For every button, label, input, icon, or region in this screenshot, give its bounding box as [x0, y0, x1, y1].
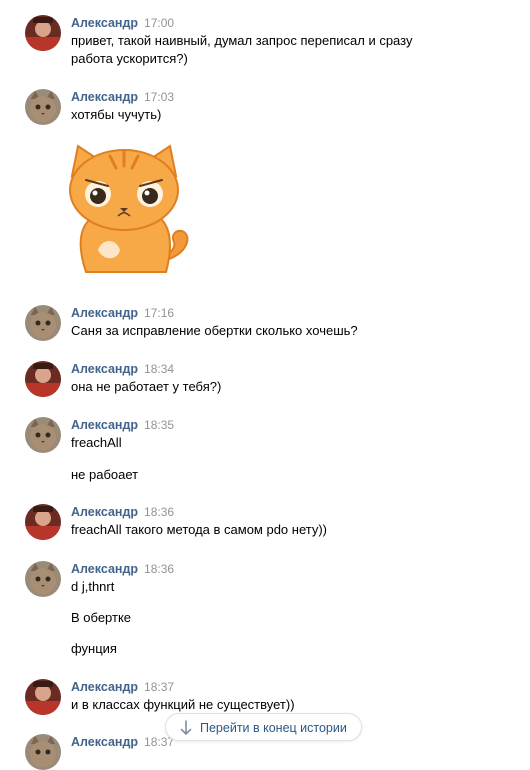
author-name[interactable]: Александр [71, 418, 138, 432]
scroll-to-end-button[interactable]: Перейти в конец истории [165, 713, 362, 741]
user-photo-avatar[interactable] [25, 15, 61, 51]
message-time[interactable]: 18:36 [144, 562, 174, 576]
arrow-down-icon [180, 720, 192, 735]
author-name[interactable]: Александр [71, 306, 138, 320]
message-text: она не работает у тебя?) [71, 379, 222, 394]
message-text: freachAll такого метода в самом pdo нету… [71, 522, 328, 537]
cat-avatar[interactable] [25, 89, 61, 125]
cat-avatar[interactable] [25, 305, 61, 341]
message-time[interactable]: 18:34 [144, 362, 174, 376]
author-name[interactable]: Александр [71, 362, 138, 376]
message-text: В обертке [71, 610, 132, 625]
message-text: работа ускорится?) [71, 51, 188, 66]
user-photo-avatar[interactable] [25, 361, 61, 397]
message-text: Саня за исправление обертки сколько хоче… [71, 323, 358, 338]
message-time[interactable]: 18:37 [144, 680, 174, 694]
message-text: хотябы чучуть) [71, 107, 162, 122]
author-name[interactable]: Александр [71, 680, 138, 694]
message-time[interactable]: 17:16 [144, 306, 174, 320]
message-text: фунция [71, 641, 117, 656]
message-time[interactable]: 17:03 [144, 90, 174, 104]
message-time[interactable]: 17:00 [144, 16, 174, 30]
scroll-to-end-label: Перейти в конец истории [200, 721, 347, 735]
author-name[interactable]: Александр [71, 562, 138, 576]
message-time[interactable]: 18:35 [144, 418, 174, 432]
message-text: d j,thnrt [71, 579, 115, 594]
message-time[interactable]: 18:36 [144, 505, 174, 519]
cat-avatar[interactable] [25, 561, 61, 597]
cat-avatar[interactable] [25, 417, 61, 453]
author-name[interactable]: Александр [71, 735, 138, 749]
cat-avatar[interactable] [25, 734, 61, 770]
author-name[interactable]: Александр [71, 16, 138, 30]
user-photo-avatar[interactable] [25, 504, 61, 540]
message-text: привет, такой наивный, думал запрос пере… [71, 33, 413, 48]
sad-orange-cat-sticker[interactable] [58, 142, 198, 274]
message-text: и в классах функций не существует)) [71, 697, 295, 712]
message-text: не рабоает [71, 467, 139, 482]
message-text: freachAll [71, 435, 122, 450]
author-name[interactable]: Александр [71, 505, 138, 519]
user-photo-avatar[interactable] [25, 679, 61, 715]
author-name[interactable]: Александр [71, 90, 138, 104]
